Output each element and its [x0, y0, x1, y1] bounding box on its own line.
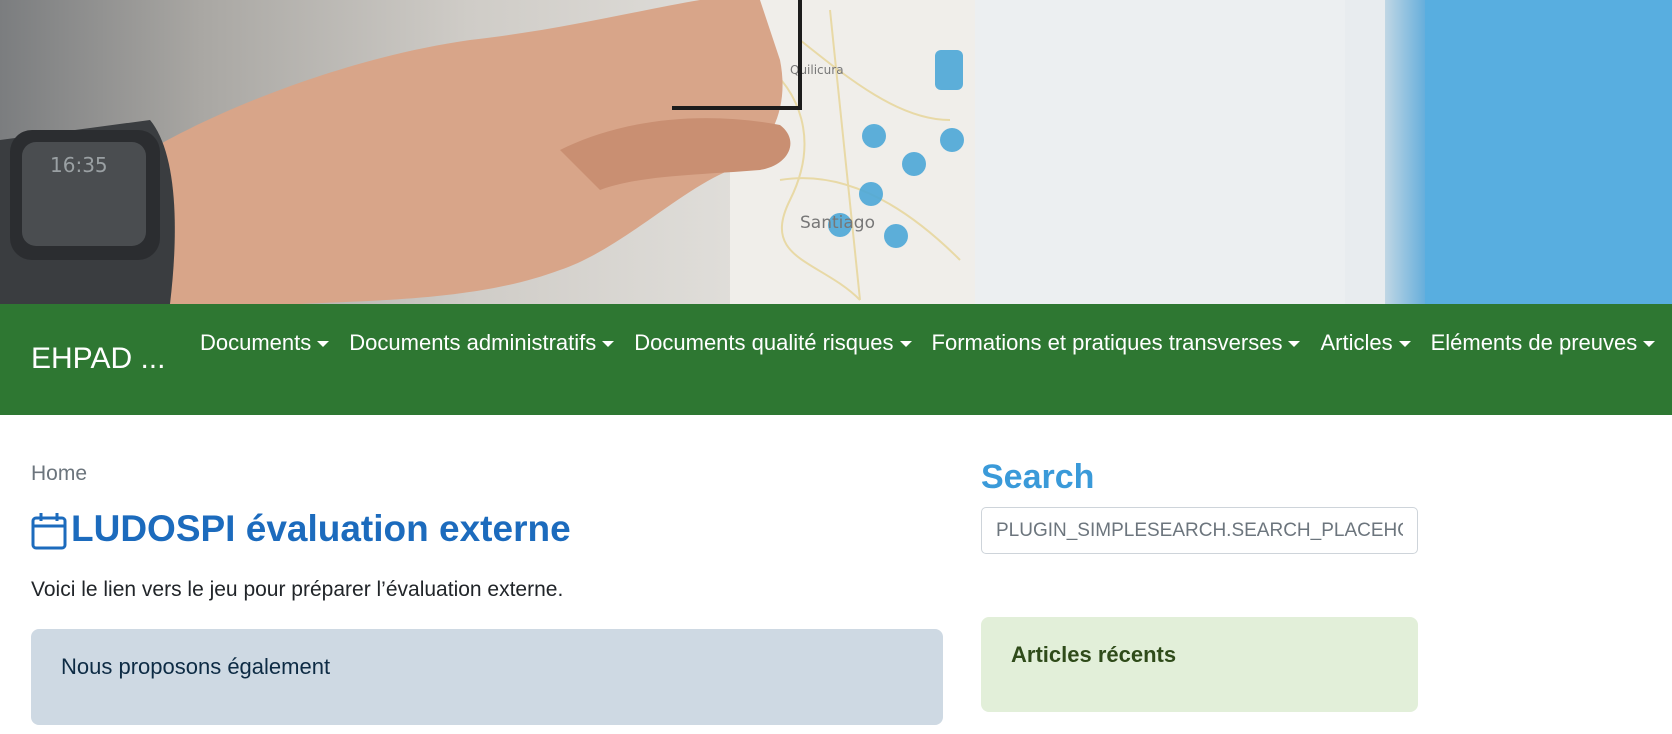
caret-down-icon: [317, 341, 330, 347]
caret-down-icon: [1643, 341, 1656, 347]
nav-item-formations[interactable]: Formations et pratiques transverses: [922, 330, 1311, 356]
article-intro: Voici le lien vers le jeu pour préparer …: [31, 578, 564, 601]
page-title-text: LUDOSPI évaluation externe: [71, 508, 571, 549]
nav-item-elements-de-preuves[interactable]: Eléments de preuves: [1421, 330, 1666, 356]
caret-down-icon: [899, 341, 912, 347]
nav-item-label: Eléments de preuves: [1430, 330, 1638, 355]
site-brand[interactable]: EHPAD ...: [31, 342, 165, 376]
nav-item-documents-qualite-risques[interactable]: Documents qualité risques: [624, 330, 921, 356]
nav-item-label: Documents: [200, 330, 312, 355]
nav-item-documents[interactable]: Documents: [190, 330, 339, 356]
hero-banner: Quilicura Santiago 16:35: [0, 0, 1672, 304]
nav-item-articles[interactable]: Articles: [1310, 330, 1420, 356]
nav-item-label: Documents qualité risques: [634, 330, 894, 355]
calendar-icon: [31, 513, 67, 550]
recent-articles-heading: Articles récents: [1011, 642, 1177, 667]
svg-text:Santiago: Santiago: [800, 213, 875, 233]
caret-down-icon: [1398, 341, 1411, 347]
caret-down-icon: [1288, 341, 1301, 347]
page-title: LUDOSPI évaluation externe: [31, 508, 571, 550]
breadcrumb-home[interactable]: Home: [31, 462, 87, 486]
nav-item-label: Documents administratifs: [349, 330, 597, 355]
caret-down-icon: [602, 341, 615, 347]
recent-articles-box: Articles récents: [981, 617, 1418, 712]
main-navbar: EHPAD ... Documents Documents administra…: [0, 304, 1672, 415]
info-box: Nous proposons également: [31, 629, 943, 725]
info-box-text: Nous proposons également: [61, 654, 331, 679]
search-input[interactable]: [981, 507, 1418, 554]
nav-item-documents-administratifs[interactable]: Documents administratifs: [339, 330, 624, 356]
nav-menu: Documents Documents administratifs Docum…: [190, 330, 1665, 356]
search-heading: Search: [981, 458, 1095, 496]
nav-item-label: Formations et pratiques transverses: [931, 330, 1283, 355]
hero-image: Quilicura Santiago 16:35: [0, 0, 1672, 304]
watch-time: 16:35: [50, 153, 108, 177]
nav-item-label: Articles: [1320, 330, 1393, 355]
